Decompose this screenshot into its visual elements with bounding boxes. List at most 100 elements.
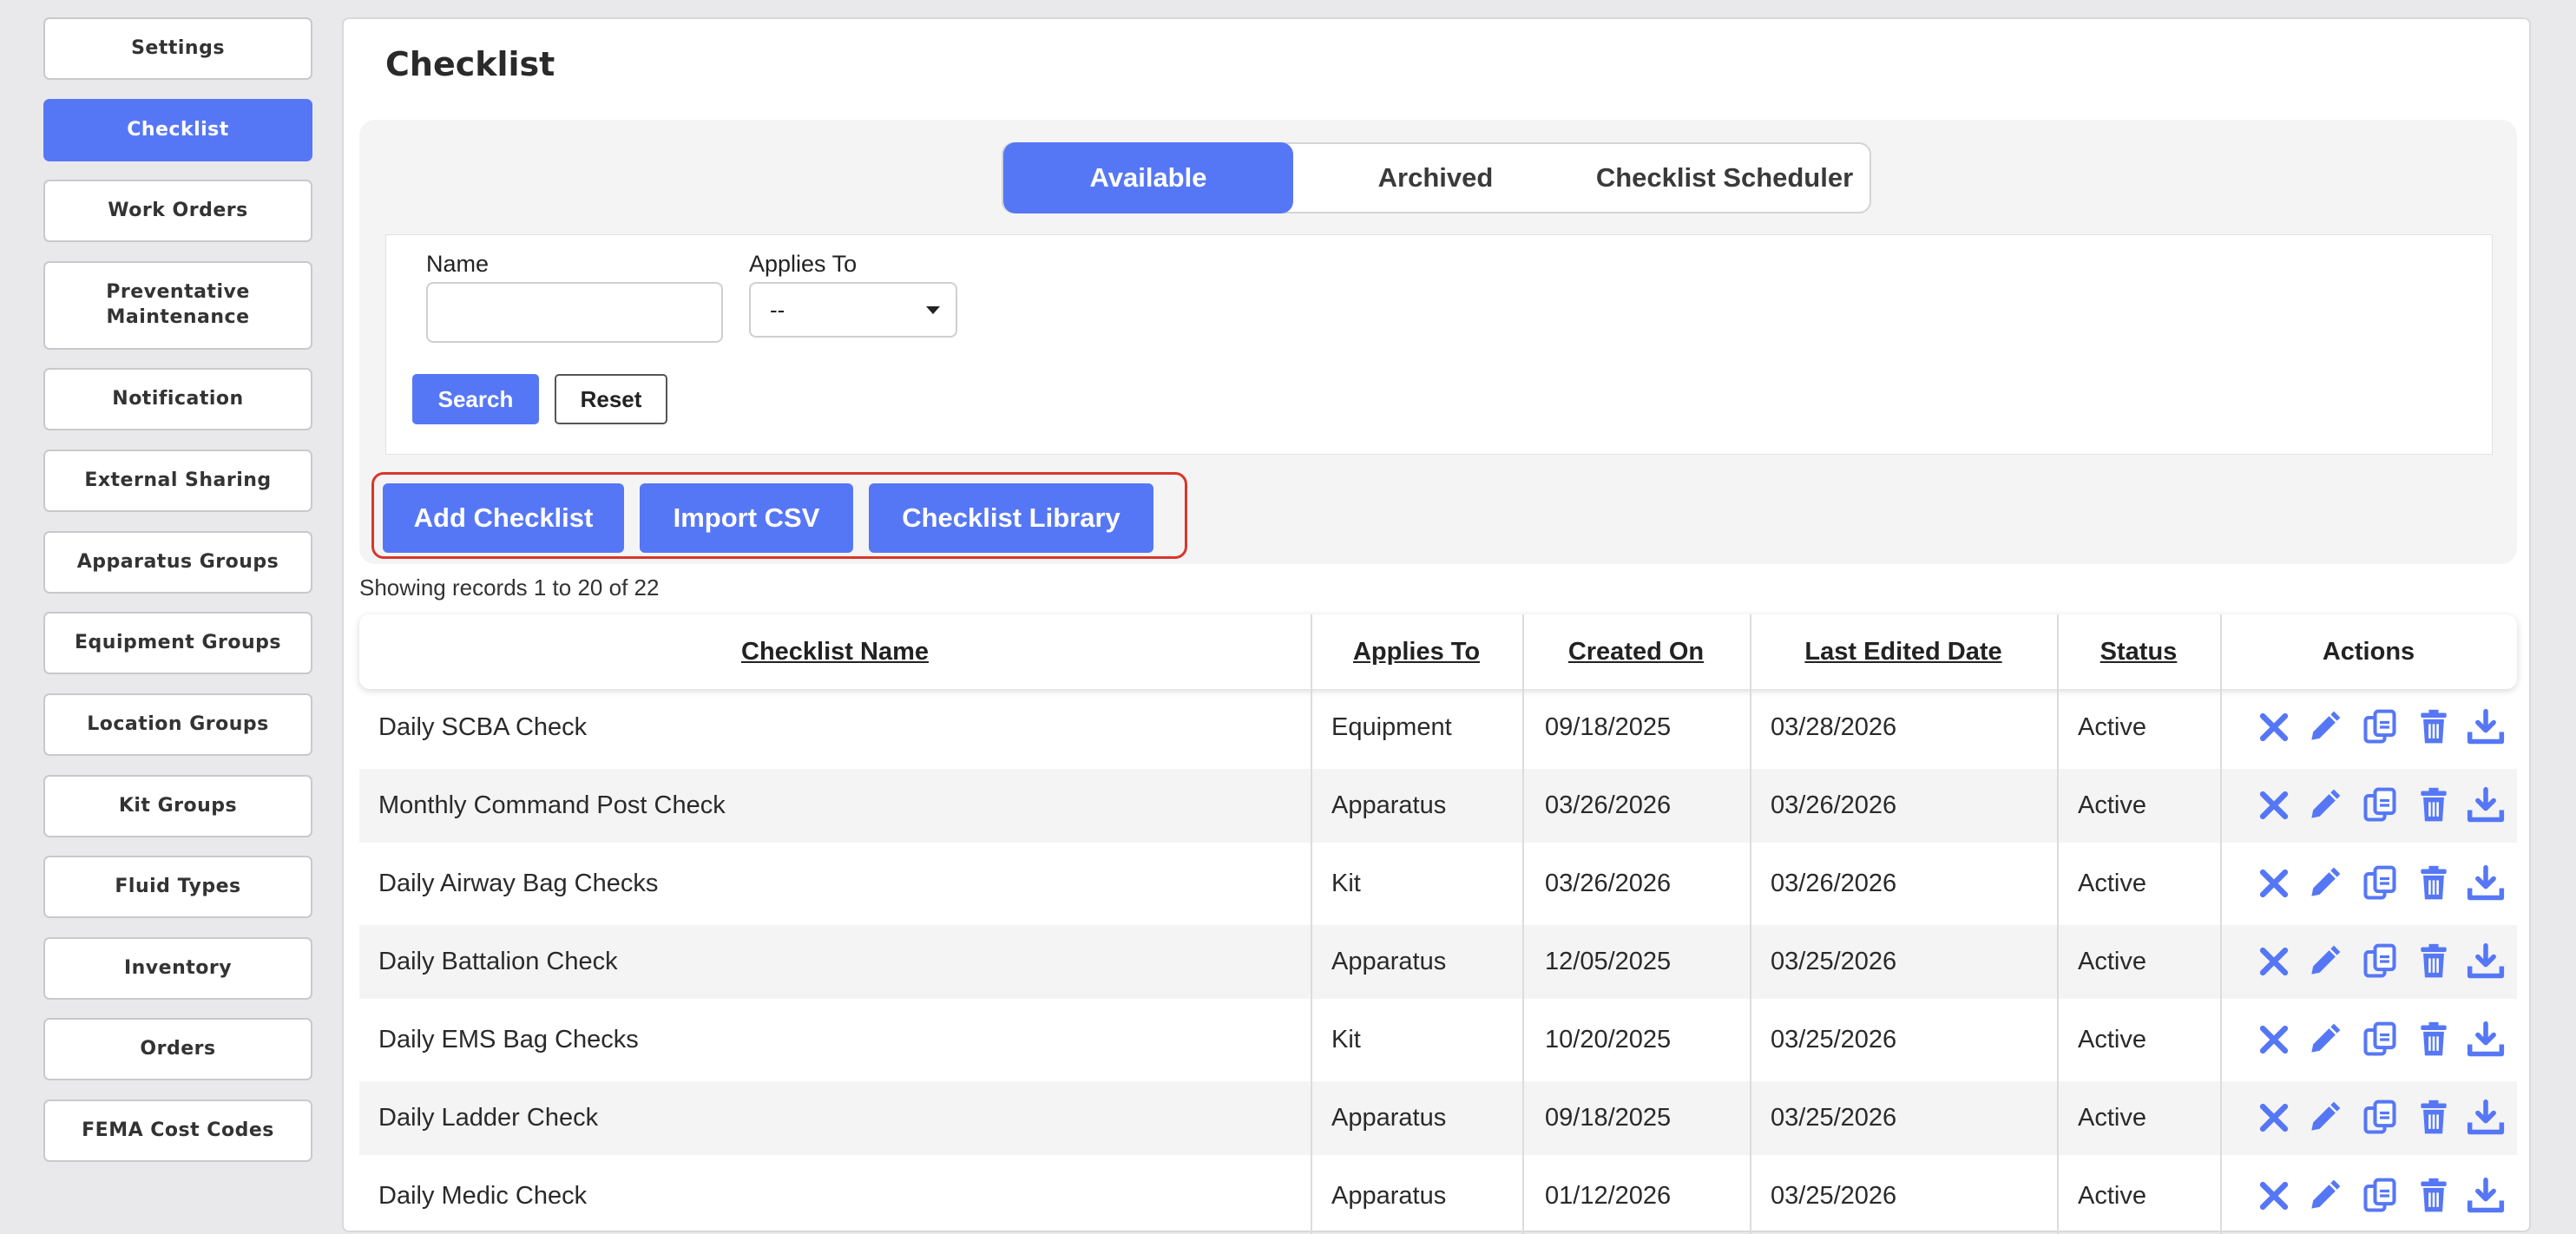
- trash-icon[interactable]: [2415, 942, 2453, 981]
- sidebar-item-inventory[interactable]: Inventory: [43, 937, 312, 1000]
- sidebar-item-apparatus-groups[interactable]: Apparatus Groups: [43, 531, 312, 594]
- table-header: Checklist Name Applies To Created On Las…: [359, 614, 2517, 689]
- row-actions: [2255, 769, 2507, 843]
- name-input[interactable]: [426, 282, 723, 343]
- sidebar-item-equipment-groups[interactable]: Equipment Groups: [43, 612, 312, 674]
- cell-last-edited: 03/28/2026: [1771, 713, 1897, 741]
- sidebar-item-notification[interactable]: Notification: [43, 368, 312, 430]
- cell-applies-to: Apparatus: [1331, 1182, 1447, 1210]
- col-applies-to[interactable]: Applies To: [1311, 614, 1522, 689]
- cell-last-edited: 03/25/2026: [1771, 1104, 1897, 1132]
- cell-checklist-name[interactable]: Daily EMS Bag Checks: [378, 1003, 639, 1077]
- reset-button[interactable]: Reset: [555, 374, 667, 424]
- edit-pencil-icon[interactable]: [2305, 864, 2343, 903]
- cell-applies-to: Kit: [1331, 870, 1361, 897]
- trash-icon[interactable]: [2415, 786, 2453, 824]
- col-status[interactable]: Status: [2057, 614, 2220, 689]
- trash-icon[interactable]: [2415, 708, 2453, 746]
- copy-icon[interactable]: [2361, 1021, 2399, 1059]
- table-row: Daily SCBA Check Equipment 09/18/2025 03…: [359, 691, 2517, 765]
- col-created-on[interactable]: Created On: [1522, 614, 1750, 689]
- copy-icon[interactable]: [2361, 1177, 2399, 1215]
- copy-icon[interactable]: [2361, 1099, 2399, 1137]
- download-icon[interactable]: [2467, 1177, 2505, 1215]
- cell-checklist-name[interactable]: Daily Airway Bag Checks: [378, 847, 658, 921]
- tab-available[interactable]: Available: [1003, 142, 1293, 213]
- edit-pencil-icon[interactable]: [2305, 786, 2343, 824]
- cell-checklist-name[interactable]: Daily Ladder Check: [378, 1081, 598, 1155]
- sidebar-item-fluid-types[interactable]: Fluid Types: [43, 856, 312, 918]
- trash-icon[interactable]: [2415, 1177, 2453, 1215]
- table-row: Daily Medic Check Apparatus 01/12/2026 0…: [359, 1159, 2517, 1233]
- sidebar-item-work-orders[interactable]: Work Orders: [43, 180, 312, 242]
- cell-checklist-name[interactable]: Daily SCBA Check: [378, 691, 587, 765]
- cell-applies-to: Apparatus: [1331, 791, 1447, 819]
- main-panel: Checklist Available Archived Checklist S…: [342, 17, 2531, 1234]
- sidebar-item-external-sharing[interactable]: External Sharing: [43, 450, 312, 512]
- edit-pencil-icon[interactable]: [2305, 1099, 2343, 1137]
- sidebar-item-orders[interactable]: Orders: [43, 1018, 312, 1080]
- cell-checklist-name[interactable]: Daily Medic Check: [378, 1159, 587, 1233]
- col-checklist-name[interactable]: Checklist Name: [359, 614, 1311, 689]
- sidebar-item-checklist[interactable]: Checklist: [43, 99, 312, 161]
- add-checklist-button[interactable]: Add Checklist: [383, 483, 624, 553]
- row-actions: [2255, 925, 2507, 999]
- records-count: Showing records 1 to 20 of 22: [359, 574, 660, 601]
- trash-icon[interactable]: [2415, 1099, 2453, 1137]
- sidebar-item-preventative-maintenance[interactable]: Preventative Maintenance: [43, 261, 312, 350]
- edit-pencil-icon[interactable]: [2305, 708, 2343, 746]
- cell-created-on: 10/20/2025: [1545, 1026, 1672, 1053]
- archive-x-icon[interactable]: [2255, 786, 2293, 824]
- archive-x-icon[interactable]: [2255, 708, 2293, 746]
- import-csv-button[interactable]: Import CSV: [640, 483, 853, 553]
- download-icon[interactable]: [2467, 942, 2505, 981]
- download-icon[interactable]: [2467, 708, 2505, 746]
- copy-icon[interactable]: [2361, 786, 2399, 824]
- cell-status: Active: [2078, 948, 2146, 975]
- column-divider: [1522, 614, 1524, 1234]
- cell-applies-to: Apparatus: [1331, 1104, 1447, 1132]
- cell-status: Active: [2078, 713, 2146, 741]
- sidebar-item-kit-groups[interactable]: Kit Groups: [43, 775, 312, 837]
- cell-last-edited: 03/25/2026: [1771, 1026, 1897, 1053]
- table-row: Monthly Command Post Check Apparatus 03/…: [359, 769, 2517, 843]
- cell-checklist-name[interactable]: Daily Battalion Check: [378, 925, 618, 999]
- archive-x-icon[interactable]: [2255, 1099, 2293, 1137]
- column-divider: [2220, 614, 2222, 1234]
- applies-to-label: Applies To: [749, 251, 858, 277]
- archive-x-icon[interactable]: [2255, 1021, 2293, 1059]
- trash-icon[interactable]: [2415, 1021, 2453, 1059]
- sidebar-item-fema-cost-codes[interactable]: FEMA Cost Codes: [43, 1099, 312, 1162]
- archive-x-icon[interactable]: [2255, 864, 2293, 903]
- cell-status: Active: [2078, 791, 2146, 819]
- cell-checklist-name[interactable]: Monthly Command Post Check: [378, 769, 726, 843]
- tab-archived[interactable]: Archived: [1293, 142, 1578, 213]
- copy-icon[interactable]: [2361, 708, 2399, 746]
- sidebar-item-location-groups[interactable]: Location Groups: [43, 693, 312, 756]
- cell-last-edited: 03/25/2026: [1771, 948, 1897, 975]
- applies-to-select[interactable]: --: [749, 282, 957, 338]
- download-icon[interactable]: [2467, 786, 2505, 824]
- sidebar-item-settings[interactable]: Settings: [43, 17, 312, 80]
- col-last-edited-date[interactable]: Last Edited Date: [1750, 614, 2057, 689]
- cell-status: Active: [2078, 1182, 2146, 1210]
- edit-pencil-icon[interactable]: [2305, 1021, 2343, 1059]
- copy-icon[interactable]: [2361, 942, 2399, 981]
- applies-to-value: --: [770, 297, 785, 323]
- archive-x-icon[interactable]: [2255, 1177, 2293, 1215]
- search-button[interactable]: Search: [412, 374, 539, 424]
- download-icon[interactable]: [2467, 864, 2505, 903]
- checklist-library-button[interactable]: Checklist Library: [869, 483, 1153, 553]
- trash-icon[interactable]: [2415, 864, 2453, 903]
- download-icon[interactable]: [2467, 1099, 2505, 1137]
- download-icon[interactable]: [2467, 1021, 2505, 1059]
- tab-bar: Available Archived Checklist Scheduler: [1002, 142, 1871, 213]
- archive-x-icon[interactable]: [2255, 942, 2293, 981]
- edit-pencil-icon[interactable]: [2305, 942, 2343, 981]
- col-actions: Actions: [2322, 637, 2415, 666]
- tab-checklist-scheduler[interactable]: Checklist Scheduler: [1578, 142, 1871, 213]
- copy-icon[interactable]: [2361, 864, 2399, 903]
- caret-down-icon: [926, 306, 940, 314]
- edit-pencil-icon[interactable]: [2305, 1177, 2343, 1215]
- cell-created-on: 09/18/2025: [1545, 1104, 1672, 1132]
